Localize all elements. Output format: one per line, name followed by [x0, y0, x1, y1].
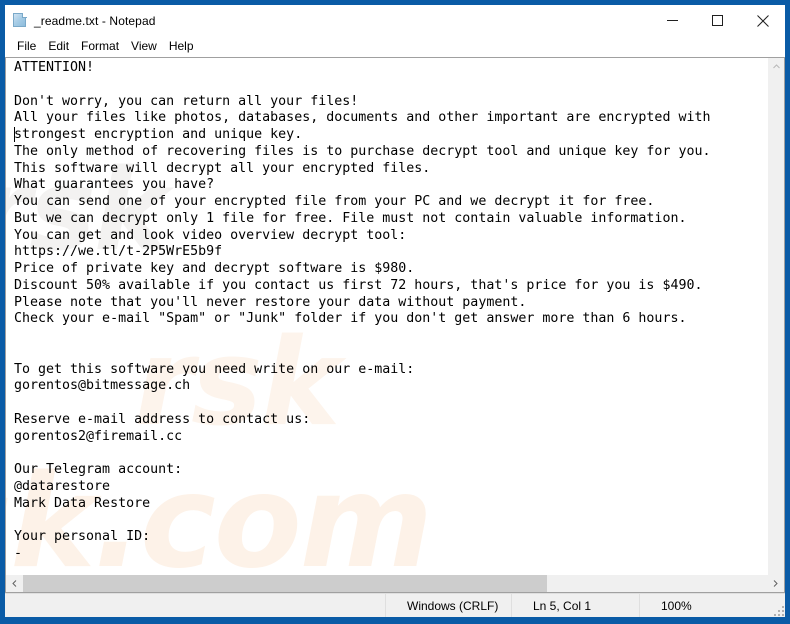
menu-item-file[interactable]: File [11, 37, 42, 56]
maximize-button[interactable] [695, 5, 740, 36]
editor-area: rsk rsk sk.com ATTENTION! Don't worry, y… [5, 57, 785, 575]
chevron-right-icon [773, 580, 778, 587]
resize-grip-icon[interactable] [769, 601, 785, 617]
title-bar[interactable]: _readme.txt - Notepad [5, 5, 785, 36]
menu-bar: File Edit Format View Help [5, 36, 785, 57]
close-icon [756, 14, 769, 27]
menu-item-view[interactable]: View [125, 37, 163, 56]
window-controls [650, 5, 785, 36]
close-button[interactable] [740, 5, 785, 36]
horizontal-scroll-thumb[interactable] [23, 575, 547, 592]
menu-item-help[interactable]: Help [163, 37, 200, 56]
status-bar: Windows (CRLF) Ln 5, Col 1 100% [5, 593, 785, 617]
menu-item-edit[interactable]: Edit [42, 37, 75, 56]
vertical-scrollbar[interactable] [767, 58, 784, 575]
minimize-icon [667, 20, 678, 21]
horizontal-scroll-track[interactable] [23, 575, 767, 592]
window-title: _readme.txt - Notepad [34, 13, 156, 28]
minimize-button[interactable] [650, 5, 695, 36]
menu-item-format[interactable]: Format [75, 37, 125, 56]
status-line-ending: Windows (CRLF) [385, 594, 511, 617]
chevron-up-icon [773, 64, 780, 69]
scroll-up-button[interactable] [768, 58, 784, 75]
scroll-right-button[interactable] [767, 575, 784, 592]
status-zoom-level: 100% [639, 594, 769, 617]
scroll-left-button[interactable] [6, 575, 23, 592]
window-client-area: _readme.txt - Notepad File Edit Format V… [5, 5, 785, 617]
chevron-left-icon [12, 580, 17, 587]
text-editor[interactable]: rsk rsk sk.com ATTENTION! Don't worry, y… [6, 58, 767, 575]
notepad-window: _readme.txt - Notepad File Edit Format V… [0, 0, 790, 624]
notepad-document-icon [12, 12, 28, 29]
ransom-note-text[interactable]: ATTENTION! Don't worry, you can return a… [6, 58, 767, 563]
status-spacer [5, 594, 385, 617]
text-caret [14, 127, 15, 142]
status-cursor-position: Ln 5, Col 1 [511, 594, 639, 617]
horizontal-scrollbar[interactable] [5, 575, 785, 593]
maximize-icon [712, 15, 723, 26]
